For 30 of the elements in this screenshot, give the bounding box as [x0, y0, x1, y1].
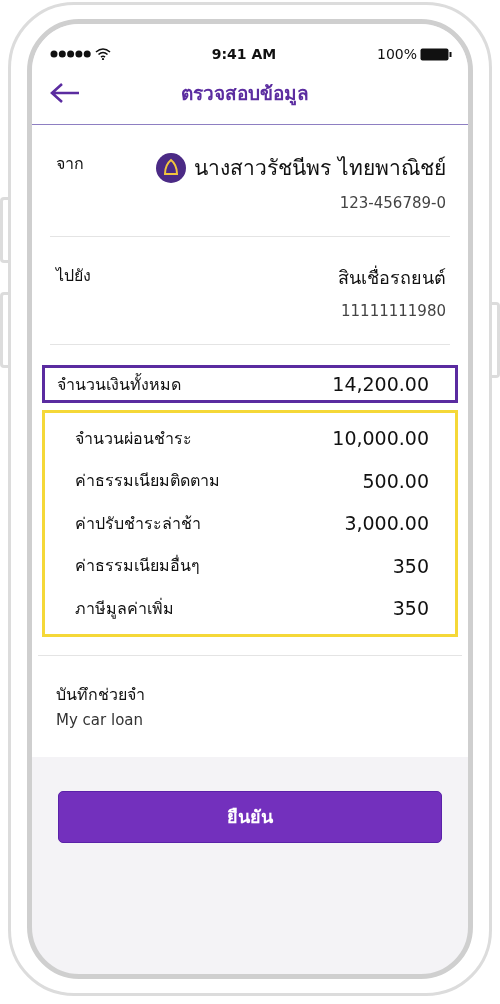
- field-label: ไปยัง: [56, 265, 91, 287]
- bank-logo-icon: [156, 152, 187, 183]
- fee-amount: 3,000.00: [344, 512, 429, 535]
- fee-amount: 350: [392, 554, 429, 577]
- back-arrow-icon: [50, 82, 80, 104]
- account-number: 11111111980: [341, 302, 446, 320]
- fee-amount: 500.00: [362, 469, 429, 492]
- total-label: จำนวนเงินทั้งหมด: [57, 372, 181, 396]
- signal-icon: [50, 50, 92, 58]
- status-time: 9:41 AM: [211, 46, 277, 62]
- wifi-icon: [95, 48, 111, 60]
- fee-label: ค่าธรรมเนียมอื่นๆ: [75, 554, 200, 578]
- confirm-button[interactable]: ยืนยัน: [58, 790, 442, 843]
- fee-amount: 10,000.00: [332, 427, 429, 450]
- note-text: My car loan: [56, 710, 144, 729]
- fee-label: ภาษีมูลค่าเพิ่ม: [75, 597, 174, 621]
- note-label: บันทึกช่วยจำ: [56, 683, 146, 706]
- page-title: ตรวจสอบข้อมูล: [180, 81, 310, 108]
- total-amount: 14,200.00: [332, 373, 429, 395]
- back-button[interactable]: [50, 82, 80, 104]
- field-label: จาก: [56, 153, 84, 175]
- battery-icon: [420, 47, 452, 61]
- fee-label: จำนวนผ่อนชำระ: [75, 427, 192, 450]
- account-number: 123-456789-0: [339, 194, 446, 212]
- fee-label: ค่าธรรมเนียมติดตาม: [75, 470, 220, 493]
- account-name: สินเชื่อรถยนต์: [338, 264, 446, 290]
- account-name: นางสาวรัชนีพร ไทยพาณิชย์: [194, 155, 446, 182]
- battery-percent: 100%: [376, 46, 417, 62]
- fee-amount: 350: [392, 597, 429, 620]
- fee-label: ค่าปรับชำระล่าช้า: [75, 512, 201, 535]
